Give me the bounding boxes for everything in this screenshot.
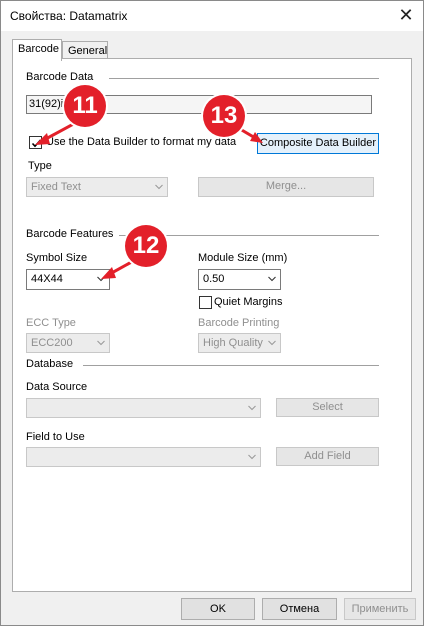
checkmark-icon [31,139,42,148]
module-size-label: Module Size (mm) [198,252,288,264]
window-title: Свойства: Datamatrix [10,9,128,23]
tab-general[interactable]: General [62,41,108,59]
chevron-down-icon [97,340,105,346]
field-to-use-label: Field to Use [26,431,85,443]
properties-dialog: Свойства: Datamatrix ✕ Barcode General B… [0,0,424,626]
quiet-margins-checkbox[interactable] [199,296,212,309]
tab-barcode[interactable]: Barcode [12,39,62,61]
data-source-select[interactable] [26,398,261,418]
module-size-value: 0.50 [203,273,225,285]
chevron-down-icon [268,340,276,346]
use-builder-label[interactable]: Use the Data Builder to format my data [46,136,236,148]
data-source-label: Data Source [26,381,88,393]
barcode-data-group-title: Barcode Data [26,71,100,83]
barcode-tab-panel: Barcode Data 31(92)id Use the Data Build… [12,58,412,592]
quiet-margins-label[interactable]: Quiet Margins [214,296,282,308]
type-label: Type [28,160,52,172]
ecc-type-select[interactable]: ECC200 [26,333,110,353]
apply-button[interactable]: Применить [344,598,416,620]
chevron-down-icon [268,276,276,282]
module-size-select[interactable]: 0.50 [198,269,281,290]
ecc-type-label: ECC Type [26,317,76,329]
composite-data-builder-button[interactable]: Composite Data Builder [257,133,379,154]
divider [109,78,379,79]
select-button[interactable]: Select [276,398,379,417]
close-icon[interactable]: ✕ [395,4,417,26]
barcode-printing-select[interactable]: High Quality [198,333,281,353]
barcode-printing-label: Barcode Printing [198,317,280,329]
cancel-button[interactable]: Отмена [262,598,337,620]
annotation-badge-11: 11 [64,85,106,127]
tab-general-label: General [68,45,108,57]
title-bar: Свойства: Datamatrix ✕ [1,1,423,31]
symbol-size-value: 44X44 [31,273,63,285]
chevron-down-icon [155,184,163,190]
chevron-down-icon [97,276,105,282]
ecc-type-value: ECC200 [31,337,73,349]
chevron-down-icon [248,405,256,411]
barcode-printing-value: High Quality [203,337,263,349]
use-builder-checkbox[interactable] [29,136,42,149]
symbol-size-label: Symbol Size [26,252,88,264]
annotation-badge-12: 12 [125,225,167,267]
type-select[interactable]: Fixed Text [26,177,168,197]
tab-barcode-label: Barcode [18,43,59,55]
database-group-title: Database [26,358,80,370]
annotation-badge-13: 13 [203,95,245,137]
chevron-down-icon [248,454,256,460]
add-field-button[interactable]: Add Field [276,447,379,466]
symbol-size-select[interactable]: 44X44 [26,269,110,290]
ok-button[interactable]: OK [181,598,255,620]
field-to-use-select[interactable] [26,447,261,467]
barcode-features-group-title: Barcode Features [26,228,120,240]
divider [83,365,379,366]
merge-button[interactable]: Merge... [198,177,374,197]
type-value: Fixed Text [31,181,81,193]
